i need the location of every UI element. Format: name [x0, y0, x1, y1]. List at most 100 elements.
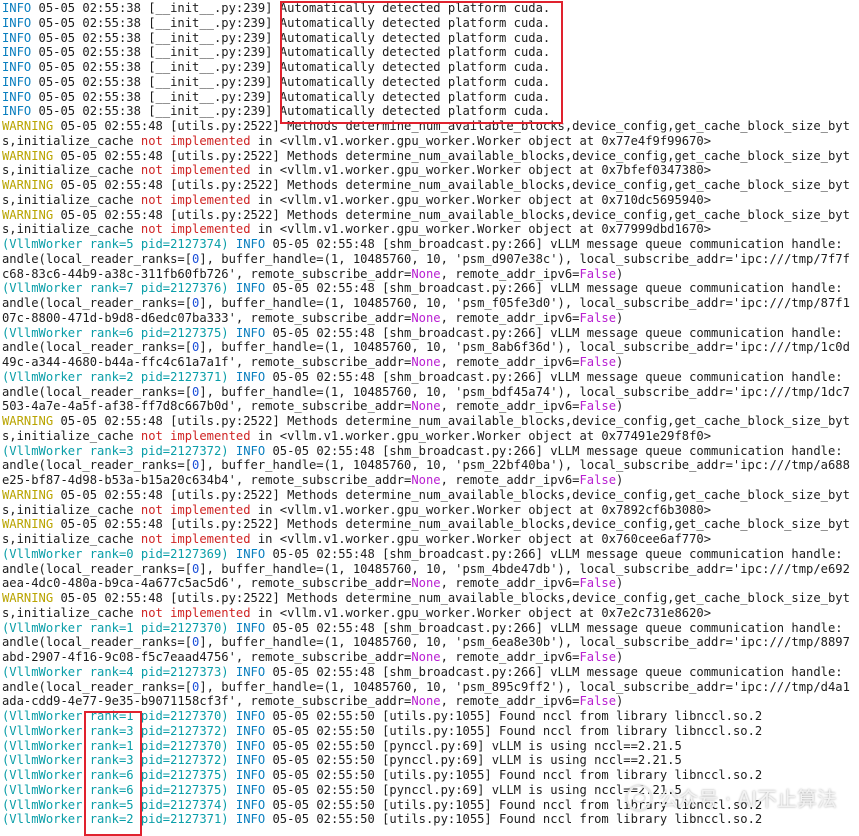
log-segment: (VllmWorker rank=6 pid=2127375) [2, 782, 229, 797]
log-segment: andle(local_reader_ranks=[ [2, 340, 193, 355]
log-line: (VllmWorker rank=2 pid=2127371) INFO 05-… [2, 812, 859, 827]
log-segment: c68-83c6-44b9-a38c-311fb60fb726', remote… [2, 266, 412, 281]
log-segment: ) [616, 399, 624, 414]
log-segment: INFO [235, 369, 266, 384]
log-segment: 05-05 02:55:48 [shm_broadcast.py:266] vL… [265, 443, 843, 458]
log-segment: (VllmWorker rank=1 pid=2127370) [2, 738, 229, 753]
log-segment: ], buffer_handle=(1, 10485760, 10, 'psm_… [199, 251, 850, 266]
log-segment: None [411, 399, 441, 414]
log-segment: 49c-a344-4680-b44a-ffc4c61a7a1f', remote… [2, 355, 412, 369]
log-segment: INFO [235, 281, 266, 296]
log-segment: INFO [2, 104, 32, 119]
log-segment: (VllmWorker rank=5 pid=2127374) [2, 797, 229, 812]
log-line: (VllmWorker rank=3 pid=2127372) INFO 05-… [2, 753, 859, 768]
log-line: (VllmWorker rank=0 pid=2127369) INFO 05-… [2, 547, 859, 562]
log-segment: andle(local_reader_ranks=[ [2, 251, 193, 266]
log-segment: 05-05 02:55:48 [utils.py:2522] Methods d… [53, 119, 850, 133]
log-segment [229, 237, 236, 251]
log-segment: in <vllm.v1.worker.gpu_worker.Worker obj… [250, 222, 712, 237]
log-line: (VllmWorker rank=7 pid=2127376) INFO 05-… [2, 281, 859, 296]
log-segment: (VllmWorker rank=6 pid=2127375) [2, 768, 229, 782]
log-segment: INFO [2, 74, 32, 89]
log-segment: , remote_addr_ipv6= [440, 576, 580, 591]
log-segment: (VllmWorker rank=6 pid=2127375) [2, 325, 229, 340]
log-segment: not implemented [140, 222, 251, 237]
log-line: (VllmWorker rank=1 pid=2127370) INFO 05-… [2, 709, 859, 724]
log-segment: None [411, 310, 441, 325]
log-segment: INFO [235, 325, 266, 340]
log-segment: ], buffer_handle=(1, 10485760, 10, 'psm_… [199, 340, 850, 355]
log-line: INFO 05-05 02:55:38 [__init__.py:239] Au… [2, 16, 859, 31]
log-line: andle(local_reader_ranks=[0], buffer_han… [2, 458, 859, 473]
log-line: (VllmWorker rank=2 pid=2127371) INFO 05-… [2, 370, 859, 385]
log-segment: , remote_addr_ipv6= [440, 399, 580, 414]
log-segment: WARNING [2, 487, 54, 502]
log-segment: ], buffer_handle=(1, 10485760, 10, 'psm_… [199, 296, 850, 310]
log-segment: ) [616, 576, 624, 591]
log-segment: False [579, 399, 617, 414]
log-segment: aea-4dc0-480a-b9ca-4a677c5ac5d6', remote… [2, 576, 412, 591]
log-segment: 05-05 02:55:50 [pynccl.py:69] vLLM is us… [265, 738, 682, 753]
log-line: andle(local_reader_ranks=[0], buffer_han… [2, 296, 859, 311]
log-segment [229, 370, 236, 384]
log-segment: 05-05 02:55:48 [utils.py:2522] Methods d… [53, 487, 850, 502]
log-line: WARNING 05-05 02:55:48 [utils.py:2522] M… [2, 178, 859, 193]
log-segment: INFO [235, 443, 266, 458]
log-segment [229, 768, 236, 782]
log-segment: s,initialize_cache [2, 192, 141, 207]
log-segment: , remote_addr_ipv6= [440, 650, 580, 664]
log-segment: 05-05 02:55:50 [pynccl.py:69] vLLM is us… [265, 753, 682, 768]
log-segment: 05-05 02:55:38 [__init__.py:239] Automat… [31, 15, 551, 30]
log-line: WARNING 05-05 02:55:48 [utils.py:2522] M… [2, 488, 859, 503]
log-segment [229, 783, 236, 797]
log-segment: INFO [235, 620, 266, 635]
log-segment [229, 621, 236, 635]
log-segment: 05-05 02:55:48 [shm_broadcast.py:266] vL… [265, 546, 843, 561]
log-segment: , remote_addr_ipv6= [440, 473, 580, 487]
log-line: (VllmWorker rank=3 pid=2127372) INFO 05-… [2, 444, 859, 459]
log-segment: s,initialize_cache [2, 428, 141, 443]
log-segment: in <vllm.v1.worker.gpu_worker.Worker obj… [250, 605, 712, 620]
log-segment: 503-4a7e-4a5f-af38-ff7d8c667b0d', remote… [2, 399, 412, 414]
log-segment: None [411, 650, 441, 664]
log-segment: INFO [2, 45, 32, 60]
log-line: (VllmWorker rank=1 pid=2127370) INFO 05-… [2, 739, 859, 754]
log-line: (VllmWorker rank=6 pid=2127375) INFO 05-… [2, 768, 859, 783]
log-segment: INFO [235, 709, 266, 723]
log-segment: ], buffer_handle=(1, 10485760, 10, 'psm_… [199, 635, 850, 650]
log-segment: None [411, 266, 441, 281]
log-segment [229, 798, 236, 812]
log-segment: (VllmWorker rank=2 pid=2127371) [2, 812, 229, 827]
log-line: andle(local_reader_ranks=[0], buffer_han… [2, 252, 859, 267]
watermark-text: 公众号 · AI不止算法 [658, 787, 837, 811]
log-segment [229, 709, 236, 723]
log-segment: ) [616, 473, 624, 487]
log-segment: (VllmWorker rank=5 pid=2127374) [2, 237, 229, 251]
log-line: (VllmWorker rank=4 pid=2127373) INFO 05-… [2, 665, 859, 680]
log-line: 503-4a7e-4a5f-af38-ff7d8c667b0d', remote… [2, 399, 859, 414]
log-segment: 07c-8800-471d-b9d8-d6edc07ba333', remote… [2, 310, 412, 325]
log-line: (VllmWorker rank=6 pid=2127375) INFO 05-… [2, 326, 859, 341]
log-segment: , remote_addr_ipv6= [440, 266, 580, 281]
log-segment: 05-05 02:55:48 [utils.py:2522] Methods d… [53, 517, 850, 532]
log-segment: WARNING [2, 517, 54, 532]
log-segment: (VllmWorker rank=7 pid=2127376) [2, 281, 229, 296]
log-line: s,initialize_cache not implemented in <v… [2, 134, 859, 149]
log-segment: 05-05 02:55:48 [utils.py:2522] Methods d… [53, 207, 850, 222]
log-segment: INFO [235, 664, 266, 679]
log-segment: not implemented [140, 163, 251, 178]
log-segment [229, 724, 236, 738]
log-segment: ) [616, 310, 624, 325]
log-segment [229, 739, 236, 753]
log-segment: , remote_addr_ipv6= [440, 310, 580, 325]
log-segment: ) [616, 650, 624, 664]
log-line: INFO 05-05 02:55:38 [__init__.py:239] Au… [2, 90, 859, 105]
log-line: (VllmWorker rank=1 pid=2127370) INFO 05-… [2, 621, 859, 636]
log-segment: abd-2907-4f16-9c08-f5c7eaad4756', remote… [2, 650, 412, 664]
log-segment: INFO [2, 89, 32, 104]
log-segment: 05-05 02:55:38 [__init__.py:239] Automat… [31, 60, 551, 74]
log-line: e25-bf87-4d98-b53a-b15a20c634b4', remote… [2, 473, 859, 488]
log-segment: WARNING [2, 148, 54, 163]
log-segment: False [579, 576, 617, 591]
log-segment: False [579, 650, 617, 664]
